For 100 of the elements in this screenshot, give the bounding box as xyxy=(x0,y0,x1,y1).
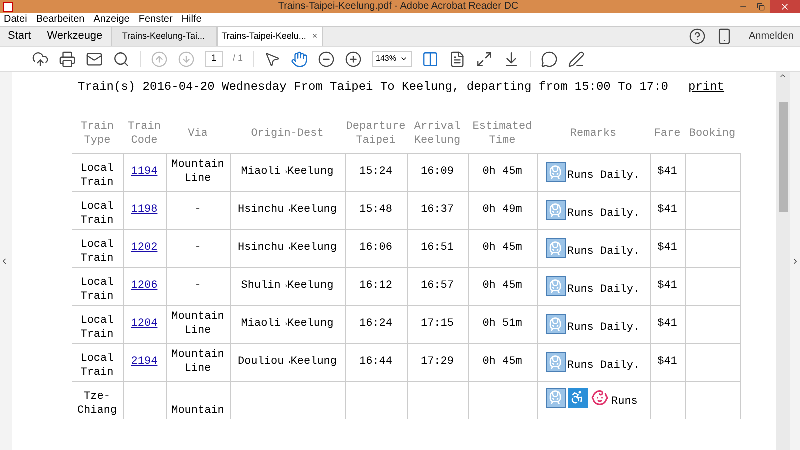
train-icon xyxy=(546,276,566,296)
travel-time: 0h 51m xyxy=(482,318,522,330)
zoom-in-icon[interactable] xyxy=(345,50,362,68)
zoom-out-icon[interactable] xyxy=(318,50,336,68)
departure-time: 16:24 xyxy=(359,318,392,330)
sign-in-link[interactable]: Anmelden xyxy=(748,29,794,44)
fare-text: $41 xyxy=(658,318,678,330)
origin-dest: Hsinchu→Keelung xyxy=(238,204,338,216)
document-tab[interactable]: Trains-Keelung-Tai... xyxy=(110,27,217,46)
caret-icon xyxy=(400,55,408,63)
fare-text: $41 xyxy=(658,242,678,254)
via-text: Mountain xyxy=(172,404,224,416)
column-header: Via xyxy=(188,128,208,140)
train-icon xyxy=(546,314,566,334)
column-header: Train Code xyxy=(128,121,161,148)
help-icon[interactable] xyxy=(688,28,706,45)
fare-text: $41 xyxy=(658,280,678,292)
mail-icon[interactable] xyxy=(86,50,103,68)
column-header: Arrival Keelung xyxy=(414,121,461,148)
train-code-link[interactable]: 2194 xyxy=(131,356,158,368)
nav-tab[interactable]: Werkzeuge xyxy=(39,27,111,46)
via-text: - xyxy=(194,280,202,292)
via-text: - xyxy=(194,204,202,216)
expand-icon[interactable] xyxy=(476,50,494,68)
scroll-thumb[interactable] xyxy=(778,102,788,212)
scrollbar[interactable] xyxy=(776,72,790,450)
train-code-link[interactable]: 1202 xyxy=(131,242,158,254)
arrival-time: 16:09 xyxy=(420,166,454,178)
tab-label: Trains-Keelung-Tai... xyxy=(122,30,206,43)
column-header: Train Type xyxy=(80,121,114,148)
train-code-link[interactable]: 1206 xyxy=(131,280,158,292)
remark-text: Runs xyxy=(612,396,638,408)
page-total: / 1 xyxy=(233,52,244,66)
departure-time: 15:24 xyxy=(359,166,392,178)
column-header: Origin-Dest xyxy=(251,128,324,140)
train-code-link[interactable]: 1198 xyxy=(131,204,158,216)
train-type: Local Train xyxy=(80,238,114,264)
column-header: Booking xyxy=(689,128,736,140)
departure-time: 16:44 xyxy=(359,356,392,368)
arrival-time: 16:37 xyxy=(420,204,454,216)
train-type: Local Train xyxy=(80,200,114,226)
page-field[interactable]: 1 xyxy=(205,51,223,67)
fare-text: $41 xyxy=(658,166,678,178)
tab-label: Trains-Taipei-Keelu... xyxy=(222,30,306,43)
menu-item[interactable]: Datei xyxy=(4,13,28,26)
origin-dest: Miaoli→Keelung xyxy=(241,166,334,178)
column-header: Remarks xyxy=(570,128,617,140)
arrival-time: 16:51 xyxy=(420,242,454,254)
menu-item[interactable]: Hilfe xyxy=(182,13,202,26)
close-icon[interactable] xyxy=(770,0,800,13)
arrival-time: 17:29 xyxy=(420,356,454,368)
comment-icon[interactable] xyxy=(541,50,558,68)
train-type: Local Train xyxy=(80,314,114,340)
scroll-up-icon[interactable] xyxy=(779,72,787,80)
arrival-time: 17:15 xyxy=(420,318,454,330)
remark-text: Runs Daily. xyxy=(568,170,640,182)
train-code-link[interactable]: 1194 xyxy=(131,166,158,178)
nav-tab[interactable]: Start xyxy=(0,27,40,46)
train-icon xyxy=(546,388,566,408)
column-header: Fare xyxy=(654,128,681,140)
train-icon xyxy=(546,238,566,258)
page-icon[interactable] xyxy=(449,50,466,68)
train-code-link[interactable]: 1204 xyxy=(131,318,158,330)
departure-time: 16:06 xyxy=(359,242,392,254)
train-icon xyxy=(546,352,566,372)
remark-text: Runs Daily. xyxy=(568,322,640,334)
train-type: Local Train xyxy=(80,352,114,378)
zoom-dropdown[interactable]: 143% xyxy=(372,51,412,67)
menu-item[interactable]: Bearbeiten xyxy=(36,13,85,26)
document-title: Train(s) 2016-04-20 Wednesday From Taipei To Keelung, departing from 15:00 To 17:0 xyxy=(78,79,668,96)
train-icon xyxy=(546,162,566,182)
print-link[interactable]: print xyxy=(688,78,725,96)
train-type: Local Train xyxy=(80,276,114,302)
search-icon[interactable] xyxy=(113,50,130,68)
via-text: Mountain Line xyxy=(172,349,224,375)
travel-time: 0h 45m xyxy=(482,242,522,254)
origin-dest: Douliou→Keelung xyxy=(238,356,338,368)
pen-icon[interactable] xyxy=(568,50,586,68)
departure-time: 15:48 xyxy=(359,204,392,216)
document-tab[interactable]: Trains-Taipei-Keelu... × xyxy=(216,27,323,46)
travel-time: 0h 49m xyxy=(482,204,522,216)
upload-icon[interactable] xyxy=(32,50,49,68)
fare-text: $41 xyxy=(658,356,678,368)
via-text: Mountain Line xyxy=(172,159,224,185)
arrival-time: 16:57 xyxy=(420,280,454,292)
origin-dest: Hsinchu→Keelung xyxy=(238,242,338,254)
origin-dest: Shulin→Keelung xyxy=(241,280,334,292)
pointer-icon[interactable] xyxy=(264,50,282,68)
via-text: - xyxy=(194,242,202,254)
collapse-left-icon[interactable] xyxy=(0,256,9,266)
train-icon xyxy=(546,200,566,220)
menu-item[interactable]: Fenster xyxy=(138,13,173,26)
train-type: Tze- Chiang xyxy=(77,390,118,416)
tab-close[interactable]: × xyxy=(312,30,318,44)
hand-icon[interactable] xyxy=(291,50,308,68)
travel-time: 0h 45m xyxy=(482,356,522,368)
column-header: Estimated Time xyxy=(472,121,532,148)
menu-item[interactable]: Anzeige xyxy=(94,13,130,26)
remark-text: Runs Daily. xyxy=(568,208,640,220)
print-icon[interactable] xyxy=(59,50,76,68)
